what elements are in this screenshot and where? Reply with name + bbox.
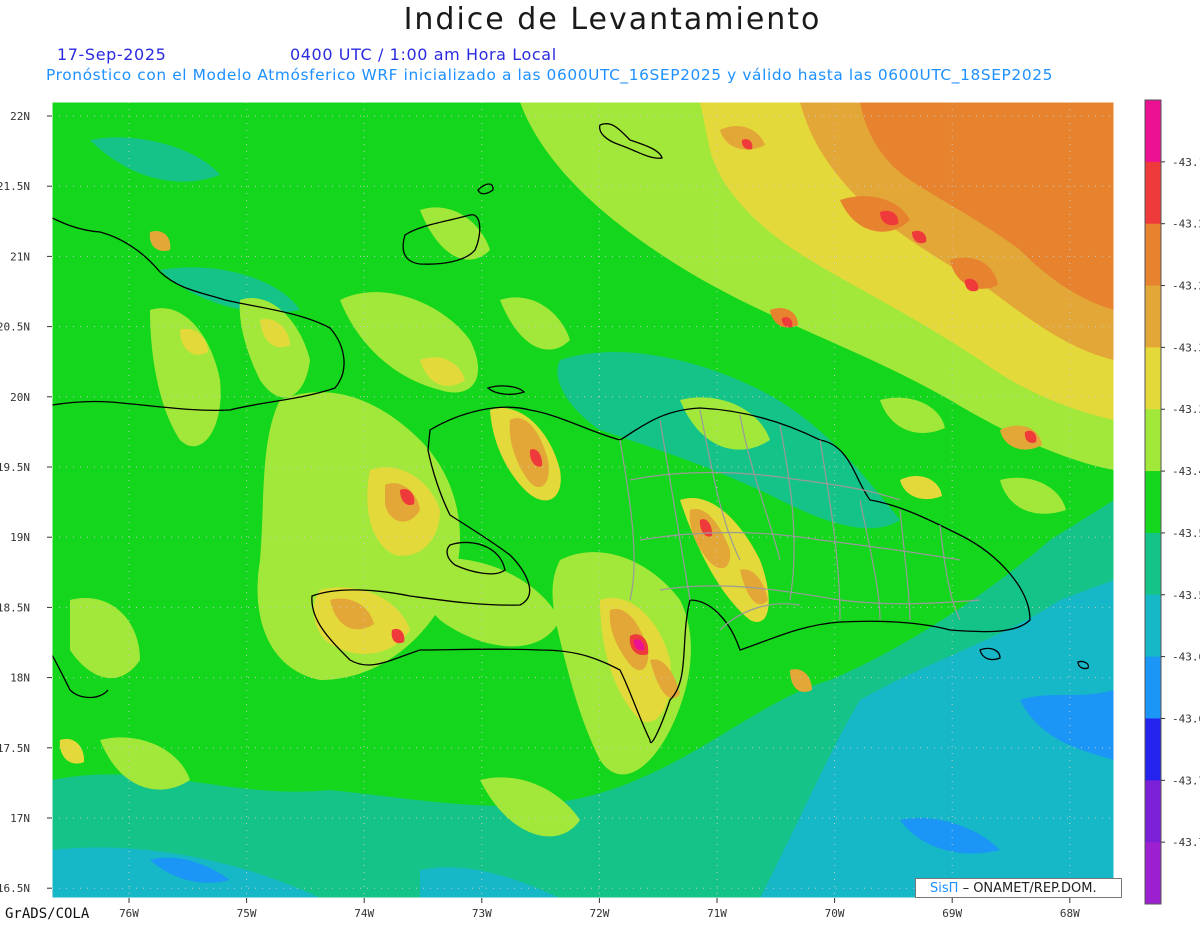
lifted-index-map: 22N 21.5N 21N 20.5N 20N 19.5N 19N 18.5N 18N 17.5N… — [0, 99, 1200, 920]
lat-label: 21.5N — [0, 180, 30, 193]
lat-label: 20N — [10, 391, 30, 404]
colorbar-swatch — [1145, 594, 1161, 658]
colorbar-swatch — [1145, 842, 1161, 905]
colorbar-label: -43.7 — [1172, 836, 1200, 849]
colorbar-label: -43.7 — [1172, 774, 1200, 787]
lon-label: 71W — [707, 907, 727, 920]
map-area: 22N 21.5N 21N 20.5N 20N 19.5N 19N 18.5N 18N 17.5N… — [0, 0, 1200, 927]
lon-label: 75W — [237, 907, 257, 920]
colorbar-swatch — [1145, 161, 1161, 225]
lon-label: 73W — [472, 907, 492, 920]
colorbar-swatch — [1145, 100, 1161, 163]
colorbar-label: -43.1 — [1172, 156, 1200, 169]
colorbar-label: -43.2 — [1172, 218, 1200, 231]
lat-label: 21N — [10, 250, 30, 263]
colorbar-label: -43.5 — [1172, 527, 1200, 540]
colorbar: -43.1 -43.2 -43.2 -43.3 -43.3 -43.4 -43.5 -43.5… — [1144, 99, 1200, 905]
lat-label: 19.5N — [0, 461, 30, 474]
grads-credit: GrADS/COLA — [5, 906, 90, 922]
colorbar-label: -43.3 — [1172, 403, 1200, 416]
lat-label: 20.5N — [0, 321, 30, 334]
lon-label: 68W — [1060, 907, 1080, 920]
lon-label: 72W — [589, 907, 609, 920]
latitude-labels: 22N 21.5N 21N 20.5N 20N 19.5N 19N 18.5N 18N 17.5N… — [0, 110, 52, 895]
colorbar-swatch — [1145, 656, 1161, 719]
onamet-text: – ONAMET/REP.DOM. — [962, 881, 1097, 896]
colorbar-swatch — [1145, 223, 1161, 287]
colorbar-swatch — [1145, 780, 1161, 843]
lat-label: 19N — [10, 531, 30, 544]
lon-label: 69W — [942, 907, 962, 920]
colorbar-swatch — [1145, 471, 1161, 534]
lon-label: 76W — [119, 907, 139, 920]
colorbar-label: -43.6 — [1172, 651, 1200, 664]
lon-label: 70W — [825, 907, 845, 920]
colorbar-label: -43.3 — [1172, 341, 1200, 354]
onamet-logo: SisΠ – ONAMET/REP.DOM. — [915, 878, 1122, 898]
colorbar-swatch — [1145, 409, 1161, 472]
colorbar-label: -43.4 — [1172, 465, 1200, 478]
colorbar-label: -43.2 — [1172, 280, 1200, 293]
longitude-labels: 76W 75W 74W 73W 72W 71W 70W 69W 68W — [119, 898, 1080, 920]
colorbar-swatch — [1145, 718, 1161, 781]
lon-label: 74W — [354, 907, 374, 920]
lat-label: 18N — [10, 672, 30, 685]
colorbar-label: -43.5 — [1172, 589, 1200, 602]
lat-label: 17N — [10, 812, 30, 825]
colorbar-label: -43.6 — [1172, 712, 1200, 725]
lat-label: 18.5N — [0, 601, 30, 614]
colorbar-swatch — [1145, 285, 1161, 348]
lat-label: 17.5N — [0, 742, 30, 755]
colorbar-swatch — [1145, 532, 1161, 596]
lat-label: 22N — [10, 110, 30, 123]
lat-label: 16.5N — [0, 882, 30, 895]
field-layer — [52, 102, 1114, 898]
colorbar-swatch — [1145, 347, 1161, 410]
sis-logo-text: SisΠ — [930, 881, 959, 896]
